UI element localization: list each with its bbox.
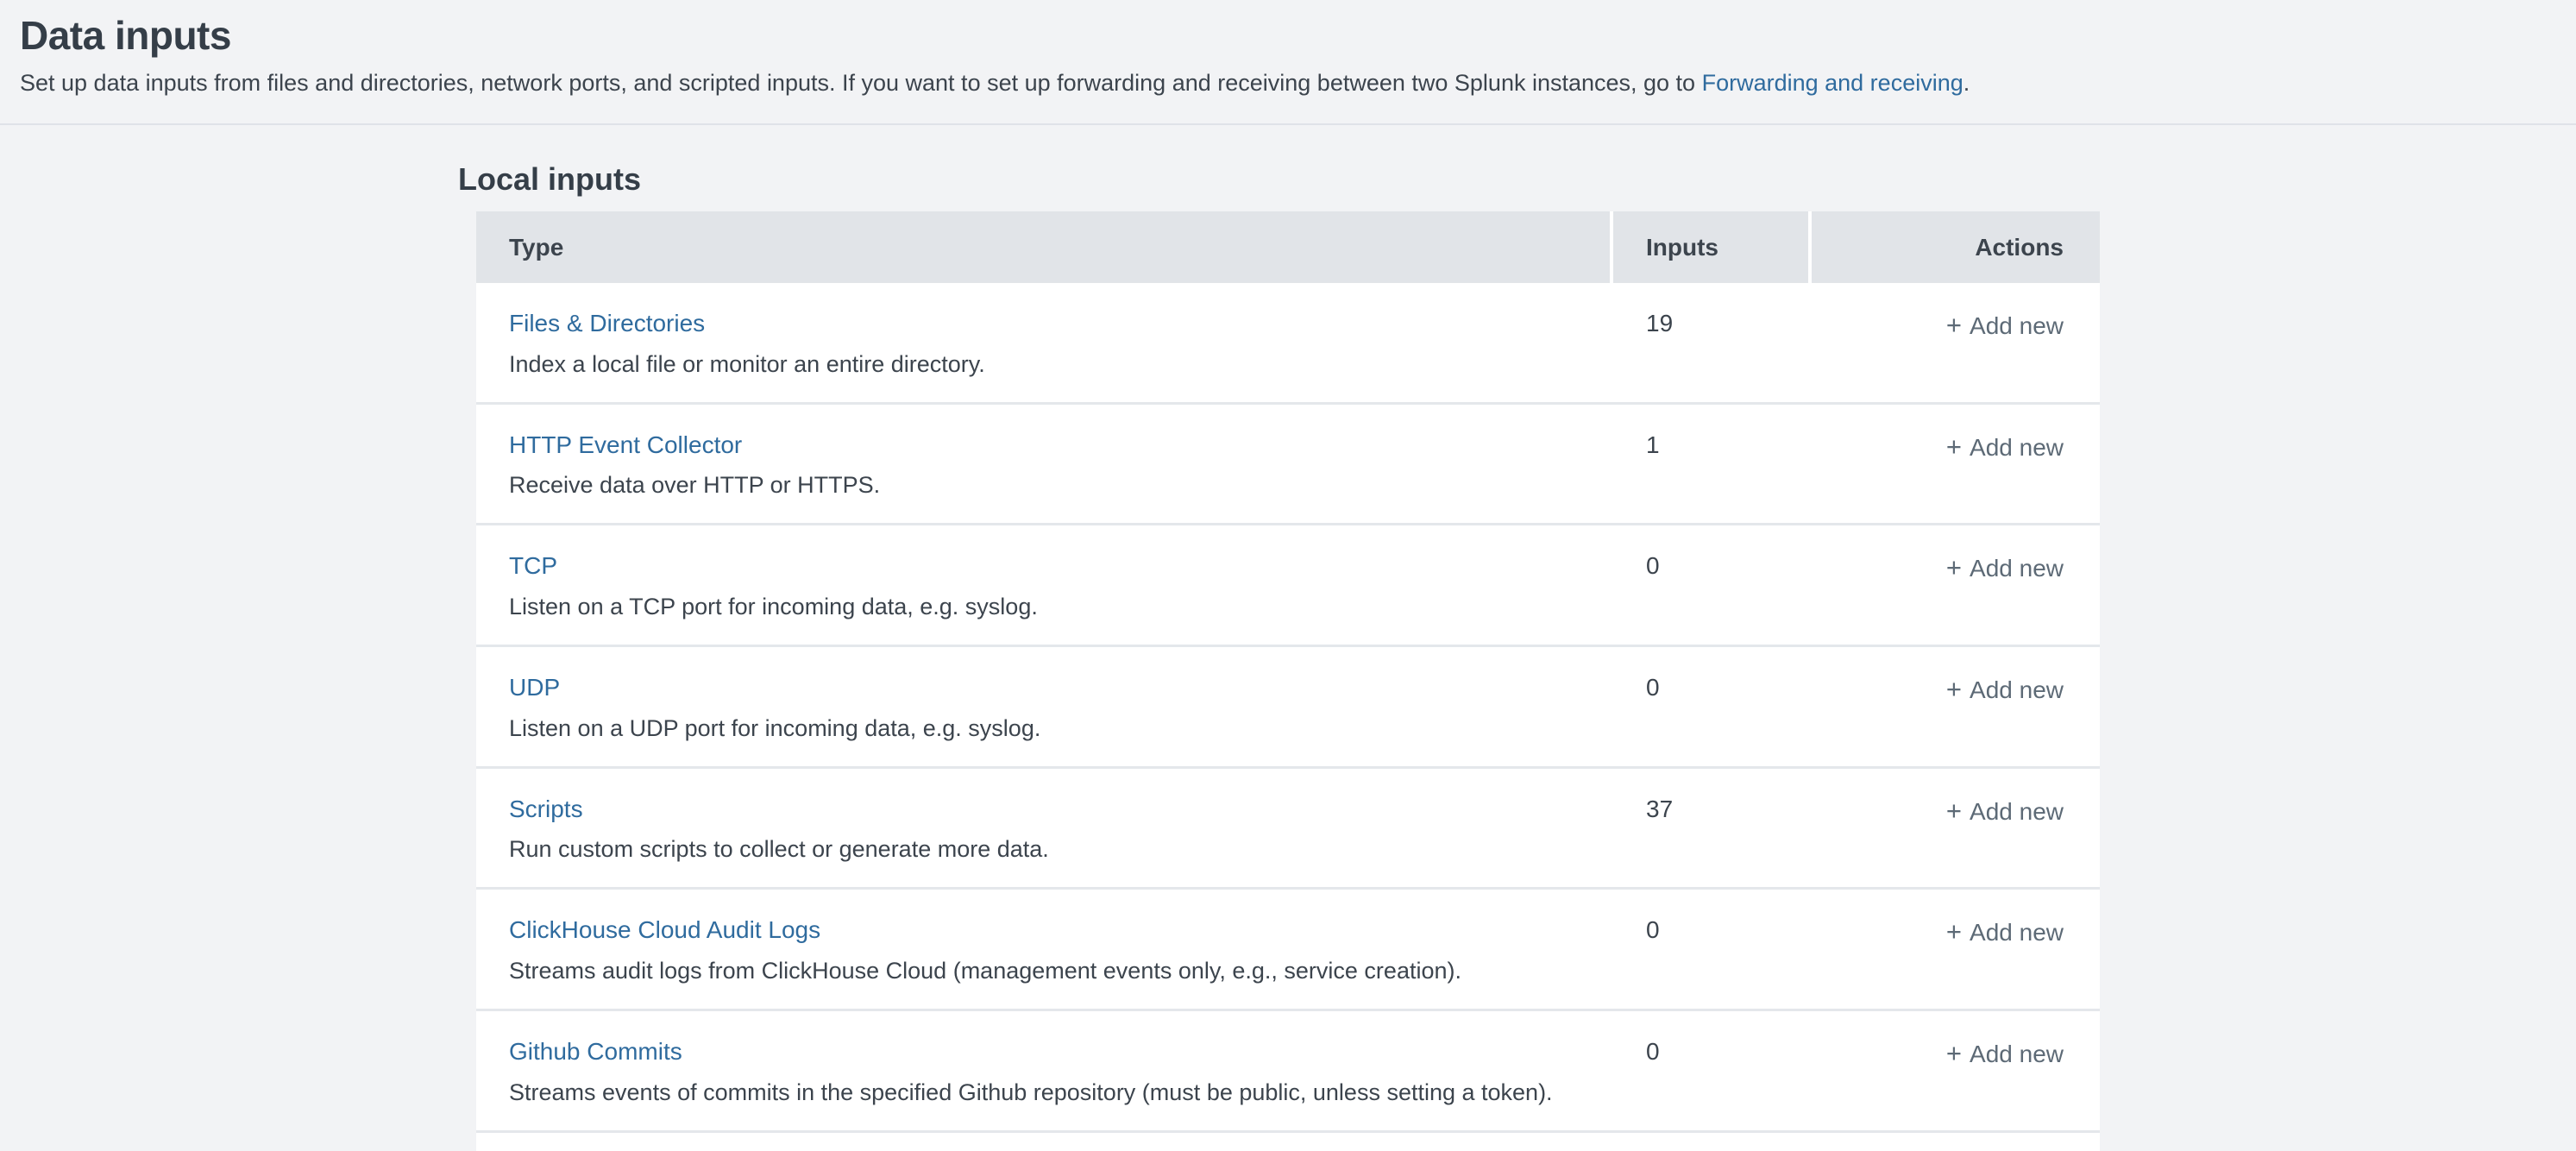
input-type-description: Receive data over HTTP or HTTPS.: [509, 470, 1610, 500]
column-header-inputs: Inputs: [1613, 211, 1808, 283]
table-row-partial: [476, 1133, 2100, 1151]
inputs-count: 0: [1613, 890, 1808, 1009]
input-type-link[interactable]: ClickHouse Cloud Audit Logs: [509, 915, 820, 945]
add-new-link[interactable]: + Add new: [1946, 555, 2064, 582]
input-type-link[interactable]: TCP: [509, 551, 557, 581]
input-type-link[interactable]: Scripts: [509, 795, 583, 824]
add-new-label: Add new: [1970, 434, 2064, 461]
local-inputs-table: Type Inputs Actions Files & Directories …: [476, 211, 2100, 1151]
column-header-type: Type: [476, 211, 1610, 283]
input-type-description: Run custom scripts to collect or generat…: [509, 834, 1610, 865]
actions-cell: + Add new: [1812, 890, 2100, 1009]
input-type-link[interactable]: Files & Directories: [509, 309, 705, 338]
main-content: Local inputs Type Inputs Actions Files &…: [0, 125, 2576, 1151]
inputs-count: 1: [1613, 405, 1808, 524]
table-row: TCP Listen on a TCP port for incoming da…: [476, 525, 2100, 647]
type-cell: HTTP Event Collector Receive data over H…: [476, 405, 1610, 524]
add-new-label: Add new: [1970, 676, 2064, 703]
add-new-link[interactable]: + Add new: [1946, 798, 2064, 825]
inputs-count: 0: [1613, 1011, 1808, 1130]
add-new-label: Add new: [1970, 312, 2064, 339]
inputs-count: 0: [1613, 647, 1808, 766]
page-subtitle: Set up data inputs from files and direct…: [20, 68, 2555, 98]
add-new-link[interactable]: + Add new: [1946, 1041, 2064, 1067]
section-title-local-inputs: Local inputs: [458, 161, 2576, 198]
table-row: HTTP Event Collector Receive data over H…: [476, 405, 2100, 526]
type-cell: ClickHouse Cloud Audit Logs Streams audi…: [476, 890, 1610, 1009]
table-row: Scripts Run custom scripts to collect or…: [476, 769, 2100, 890]
table-body: Files & Directories Index a local file o…: [476, 283, 2100, 1133]
table-row: Github Commits Streams events of commits…: [476, 1011, 2100, 1133]
inputs-count: 0: [1613, 525, 1808, 645]
plus-icon: +: [1946, 796, 1962, 826]
table-row: ClickHouse Cloud Audit Logs Streams audi…: [476, 890, 2100, 1011]
page-title: Data inputs: [20, 14, 2555, 58]
plus-icon: +: [1946, 916, 1962, 947]
type-cell: Files & Directories Index a local file o…: [476, 283, 1610, 402]
input-type-description: Index a local file or monitor an entire …: [509, 349, 1610, 380]
plus-icon: +: [1946, 310, 1962, 340]
input-type-link[interactable]: HTTP Event Collector: [509, 431, 742, 460]
page-header: Data inputs Set up data inputs from file…: [0, 0, 2576, 125]
add-new-label: Add new: [1970, 798, 2064, 825]
actions-cell: + Add new: [1812, 1011, 2100, 1130]
add-new-link[interactable]: + Add new: [1946, 676, 2064, 703]
type-cell: UDP Listen on a UDP port for incoming da…: [476, 647, 1610, 766]
actions-cell: + Add new: [1812, 769, 2100, 888]
actions-cell: + Add new: [1812, 525, 2100, 645]
add-new-link[interactable]: + Add new: [1946, 312, 2064, 339]
input-type-link[interactable]: UDP: [509, 673, 560, 702]
inputs-count: 37: [1613, 769, 1808, 888]
table-row: Files & Directories Index a local file o…: [476, 283, 2100, 405]
forwarding-and-receiving-link[interactable]: Forwarding and receiving: [1702, 70, 1963, 96]
add-new-label: Add new: [1970, 555, 2064, 582]
page-subtitle-text: Set up data inputs from files and direct…: [20, 70, 1702, 96]
inputs-count: 19: [1613, 283, 1808, 402]
type-cell: Github Commits Streams events of commits…: [476, 1011, 1610, 1130]
column-header-actions: Actions: [1812, 211, 2100, 283]
add-new-link[interactable]: + Add new: [1946, 434, 2064, 461]
add-new-label: Add new: [1970, 1041, 2064, 1067]
input-type-description: Streams audit logs from ClickHouse Cloud…: [509, 956, 1610, 986]
add-new-link[interactable]: + Add new: [1946, 919, 2064, 946]
input-type-description: Listen on a TCP port for incoming data, …: [509, 592, 1610, 622]
add-new-label: Add new: [1970, 919, 2064, 946]
table-row: UDP Listen on a UDP port for incoming da…: [476, 647, 2100, 769]
plus-icon: +: [1946, 552, 1962, 582]
plus-icon: +: [1946, 674, 1962, 704]
type-cell: Scripts Run custom scripts to collect or…: [476, 769, 1610, 888]
input-type-description: Streams events of commits in the specifi…: [509, 1078, 1610, 1108]
actions-cell: + Add new: [1812, 647, 2100, 766]
page-subtitle-period: .: [1963, 70, 1970, 96]
plus-icon: +: [1946, 431, 1962, 462]
input-type-description: Listen on a UDP port for incoming data, …: [509, 714, 1610, 744]
input-type-link[interactable]: Github Commits: [509, 1037, 682, 1066]
type-cell: TCP Listen on a TCP port for incoming da…: [476, 525, 1610, 645]
actions-cell: + Add new: [1812, 405, 2100, 524]
plus-icon: +: [1946, 1038, 1962, 1068]
table-header-row: Type Inputs Actions: [476, 211, 2100, 283]
actions-cell: + Add new: [1812, 283, 2100, 402]
